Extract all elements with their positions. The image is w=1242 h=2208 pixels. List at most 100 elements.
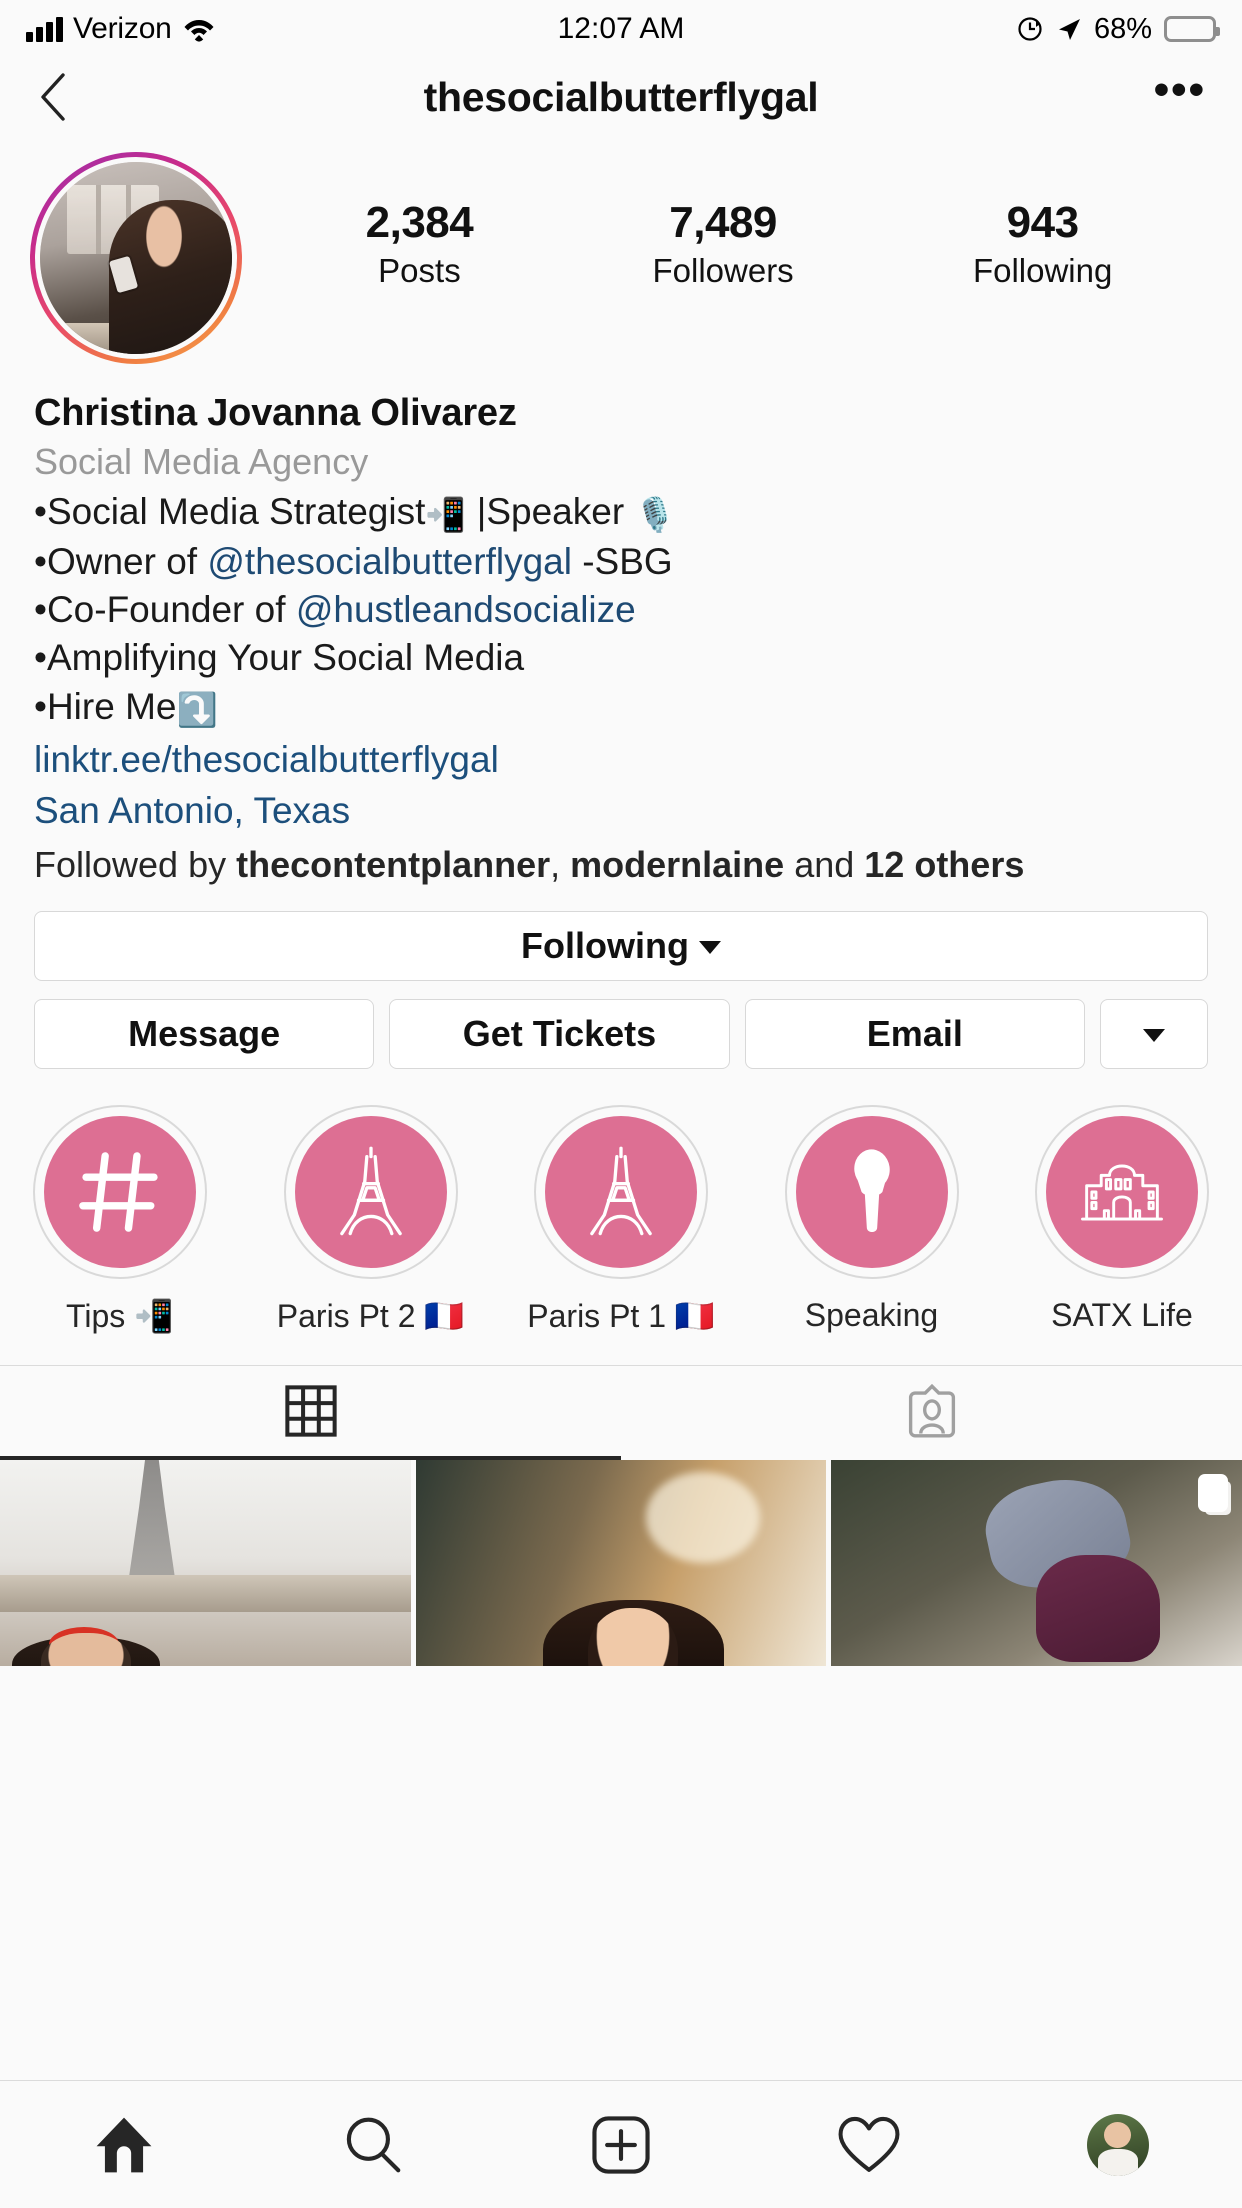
eiffel-tower-icon [590, 1146, 652, 1236]
profile-full-name: Christina Jovanna Olivarez [34, 392, 517, 434]
grid-icon [284, 1385, 337, 1437]
search-icon [346, 2117, 400, 2172]
highlight-ring [33, 1104, 207, 1279]
posts-count: 2,384 [365, 198, 474, 247]
bio-line-1-text: •Social Media Strategist [34, 491, 426, 532]
highlight-paris-pt-1[interactable]: Paris Pt 1 🇫🇷 [523, 1104, 719, 1335]
tagged-person-icon [908, 1383, 955, 1438]
followed-by-text[interactable]: Followed by thecontentplanner, modernlai… [34, 843, 1208, 885]
get-tickets-button[interactable]: Get Tickets [389, 998, 730, 1069]
stat-posts[interactable]: 2,384 Posts [366, 198, 474, 290]
highlight-speaking[interactable]: Speaking [774, 1104, 970, 1335]
avatar[interactable] [30, 152, 242, 364]
profile-actions: Following Message Get Tickets Email [0, 885, 1242, 1069]
bio-line-2: •Owner of @thesocialbutterflygal -SBG [34, 542, 1208, 581]
followed-by-name-2: modernlaine [570, 843, 785, 885]
profile-nav-header: thesocialbutterflygal ••• [0, 58, 1242, 136]
signal-bars-icon [26, 16, 63, 42]
hashtag-icon [79, 1152, 158, 1232]
message-button[interactable]: Message [34, 998, 375, 1069]
profile-avatar-icon [1086, 2113, 1149, 2176]
bio-line-2-text: •Owner of [34, 540, 208, 582]
highlight-label: Speaking [804, 1296, 939, 1333]
followed-by-others: 12 others [864, 843, 1025, 885]
following-button-label: Following [521, 924, 689, 966]
followers-count: 7,489 [669, 198, 777, 247]
highlight-paris-pt-2[interactable]: Paris Pt 2 🇫🇷 [273, 1104, 469, 1335]
stat-followers[interactable]: 7,489 Followers [652, 198, 793, 290]
profile-location[interactable]: San Antonio, Texas [34, 790, 1208, 832]
tab-grid[interactable] [0, 1366, 621, 1460]
profile-header: 2,384 Posts 7,489 Followers 943 Followin… [0, 136, 1242, 364]
highlight-ring [283, 1104, 458, 1279]
avatar-image [35, 157, 237, 359]
status-bar: Verizon 12:07 AM 68% [0, 0, 1242, 58]
highlight-tips[interactable]: Tips 📲 [22, 1104, 218, 1335]
nav-profile[interactable] [994, 2113, 1242, 2176]
bio-line-5-text: •Hire Me [34, 685, 177, 727]
rotation-lock-icon [1016, 15, 1044, 43]
wifi-icon [182, 16, 216, 42]
highlight-cover [294, 1115, 447, 1268]
profile-website-link[interactable]: linktr.ee/thesocialbutterflygal [34, 739, 1208, 781]
bio-line-1-middle: |Speaker [466, 491, 635, 532]
secondary-actions-row: Message Get Tickets Email [34, 998, 1208, 1069]
grid-post-3[interactable] [831, 1459, 1242, 1666]
grid-post-1[interactable] [0, 1459, 411, 1666]
tab-tagged[interactable] [621, 1366, 1242, 1460]
microphone-icon [853, 1149, 890, 1232]
followed-by-name-1: thecontentplanner [236, 843, 551, 885]
message-button-label: Message [128, 1012, 281, 1054]
highlight-ring [534, 1104, 708, 1279]
stat-following[interactable]: 943 Following [973, 198, 1112, 290]
alamo-building-icon [1081, 1164, 1163, 1221]
nav-home[interactable] [0, 2114, 248, 2176]
more-options-button[interactable]: ••• [1154, 68, 1206, 113]
highlight-cover [545, 1115, 697, 1268]
carousel-indicator-icon [1197, 1473, 1228, 1512]
posts-label: Posts [378, 252, 461, 289]
home-icon [96, 2117, 152, 2172]
email-button[interactable]: Email [744, 998, 1085, 1069]
bio-line-4: •Amplifying Your Social Media [34, 637, 525, 679]
bio-mention-thesocialbutterflygal[interactable]: @thesocialbutterflygal [207, 541, 572, 582]
story-highlights: Tips 📲 Paris Pt 2 🇫🇷 Paris Pt 1 🇫🇷 Speak… [0, 1069, 1242, 1335]
carrier-label: Verizon [73, 12, 172, 45]
heart-icon [838, 2116, 900, 2172]
plus-square-icon [592, 2115, 650, 2174]
followers-label: Followers [652, 252, 794, 289]
page-title: thesocialbutterflygal [423, 73, 819, 120]
posts-grid [0, 1459, 1242, 1666]
mobile-phone-arrow-icon: 📲 [425, 496, 467, 533]
highlight-ring [784, 1104, 959, 1279]
more-actions-button[interactable] [1099, 998, 1208, 1069]
highlight-label: SATX Life [1051, 1296, 1193, 1333]
battery-percent-label: 68% [1093, 12, 1152, 45]
profile-stats: 2,384 Posts 7,489 Followers 943 Followin… [242, 152, 1212, 290]
bottom-navigation-bar [0, 2080, 1242, 2208]
highlight-label: Paris Pt 1 🇫🇷 [527, 1297, 715, 1334]
nav-activity[interactable] [745, 2115, 993, 2175]
following-count: 943 [1006, 198, 1079, 247]
highlight-label: Paris Pt 2 🇫🇷 [276, 1297, 465, 1334]
highlight-cover [795, 1115, 948, 1268]
chevron-down-icon [698, 940, 721, 954]
grid-post-2[interactable] [415, 1459, 827, 1666]
highlight-ring [1035, 1104, 1209, 1279]
get-tickets-button-label: Get Tickets [462, 1012, 657, 1054]
nav-search[interactable] [248, 2114, 496, 2176]
nav-add-post[interactable] [497, 2115, 745, 2175]
bio-line-1: •Social Media Strategist📲 |Speaker 🎙️ [34, 492, 1208, 533]
highlight-satx-life[interactable]: SATX Life [1024, 1104, 1220, 1335]
following-button[interactable]: Following [34, 910, 1208, 981]
followed-by-mid: and [784, 843, 865, 885]
profile-bio: Christina Jovanna Olivarez Social Media … [0, 364, 1242, 885]
battery-icon [1164, 16, 1220, 42]
following-label: Following [972, 252, 1113, 289]
bio-mention-hustleandsocialize[interactable]: @hustleandsocialize [296, 589, 636, 630]
status-bar-left: Verizon [26, 12, 216, 46]
profile-tabs [0, 1364, 1242, 1460]
bio-line-2-suffix: -SBG [571, 540, 673, 582]
eiffel-tower-icon [339, 1146, 402, 1236]
followed-by-separator: , [550, 843, 571, 885]
